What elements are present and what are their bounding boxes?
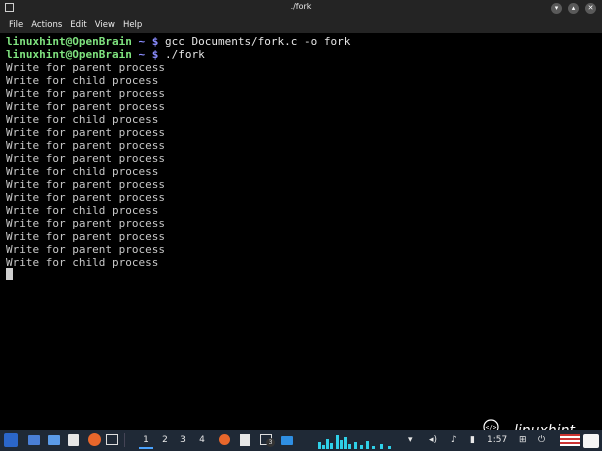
volume-icon[interactable]: ◂) bbox=[429, 433, 437, 447]
file-manager-icon[interactable] bbox=[48, 435, 60, 445]
window-controls: ▾ ▴ ✕ bbox=[551, 3, 596, 14]
command-line: linuxhint@OpenBrain ~ $ gcc Documents/fo… bbox=[6, 35, 350, 48]
editor-task-icon[interactable] bbox=[240, 434, 250, 446]
workspace-4[interactable]: 4 bbox=[195, 433, 209, 447]
close-button[interactable]: ✕ bbox=[585, 3, 596, 14]
desktop-icon[interactable] bbox=[28, 435, 40, 445]
output-line: Write for child process bbox=[6, 256, 159, 269]
output-line: Write for parent process bbox=[6, 139, 165, 152]
menu-edit[interactable]: Edit bbox=[70, 17, 86, 33]
menu-file[interactable]: File bbox=[9, 17, 23, 33]
menu-help[interactable]: Help bbox=[123, 17, 142, 33]
output-line: Write for child process bbox=[6, 74, 159, 87]
command-text: gcc Documents/fork.c -o fork bbox=[164, 35, 351, 48]
taskbar: 1 2 3 4 3 ▾ ◂) ♪ ▮ 1:57 ⊞ ⏻ bbox=[0, 430, 602, 451]
text-editor-icon[interactable] bbox=[68, 434, 79, 446]
output-line: Write for child process bbox=[6, 204, 159, 217]
output-line: Write for child process bbox=[6, 165, 159, 178]
prompt-sign: ~ $ bbox=[138, 48, 159, 61]
output-line: Write for parent process bbox=[6, 178, 165, 191]
clock[interactable]: 1:57 bbox=[487, 433, 507, 447]
flag-icon bbox=[560, 434, 580, 446]
menu-view[interactable]: View bbox=[95, 17, 115, 33]
logout-icon[interactable]: ⏻ bbox=[538, 433, 545, 447]
separator bbox=[124, 433, 125, 447]
output-line: Write for parent process bbox=[6, 87, 165, 100]
firefox-task-icon[interactable] bbox=[219, 434, 230, 445]
task-count-badge: 3 bbox=[266, 438, 275, 447]
command-text: ./fork bbox=[164, 48, 205, 61]
output-line: Write for parent process bbox=[6, 126, 165, 139]
prompt-user: linuxhint@OpenBrain bbox=[6, 35, 132, 48]
prompt-sign: ~ $ bbox=[138, 35, 159, 48]
notification-bell-icon[interactable]: ♪ bbox=[451, 433, 457, 447]
workspace-1[interactable]: 1 bbox=[139, 433, 153, 449]
workspace-3[interactable]: 3 bbox=[176, 433, 190, 447]
firefox-icon[interactable] bbox=[88, 433, 101, 446]
minimize-button[interactable]: ▾ bbox=[551, 3, 562, 14]
title-bar: ./fork ▾ ▴ ✕ bbox=[0, 0, 602, 17]
terminal-icon[interactable] bbox=[106, 434, 118, 445]
menu-actions[interactable]: Actions bbox=[31, 17, 62, 33]
prompt-user: linuxhint@OpenBrain bbox=[6, 48, 132, 61]
output-line: Write for parent process bbox=[6, 152, 165, 165]
lock-icon[interactable]: ⊞ bbox=[519, 433, 527, 447]
maximize-button[interactable]: ▴ bbox=[568, 3, 579, 14]
workspace-2[interactable]: 2 bbox=[158, 433, 172, 447]
output-line: Write for parent process bbox=[6, 191, 165, 204]
output-line: Write for parent process bbox=[6, 61, 165, 74]
output-line: Write for parent process bbox=[6, 217, 165, 230]
window-task-icon[interactable] bbox=[281, 436, 293, 445]
window-title: ./fork bbox=[290, 2, 312, 11]
terminal-area[interactable]: linuxhint@OpenBrain ~ $ gcc Documents/fo… bbox=[0, 33, 602, 442]
output-line: Write for parent process bbox=[6, 230, 165, 243]
menu-bar: File Actions Edit View Help bbox=[0, 17, 602, 33]
output-line: Write for parent process bbox=[6, 100, 165, 113]
cpu-monitor-graph[interactable] bbox=[318, 433, 396, 449]
battery-icon[interactable]: ▮ bbox=[470, 433, 475, 447]
output-line: Write for parent process bbox=[6, 243, 165, 256]
output-line: Write for child process bbox=[6, 113, 159, 126]
command-line: linuxhint@OpenBrain ~ $ ./fork bbox=[6, 48, 205, 61]
text-cursor bbox=[6, 268, 13, 280]
app-menu-icon[interactable] bbox=[4, 433, 18, 447]
network-icon[interactable]: ▾ bbox=[408, 433, 413, 447]
calendar-icon[interactable] bbox=[583, 434, 599, 448]
